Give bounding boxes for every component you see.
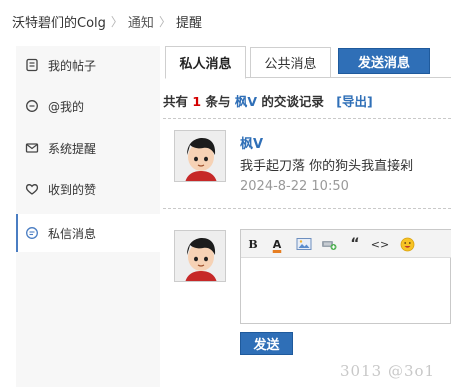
font-color-button[interactable]: A (269, 236, 285, 252)
sidebar-item-likes[interactable]: 收到的赞 (16, 170, 160, 208)
quote-button[interactable]: “ (347, 236, 363, 252)
message-count: 1 (192, 94, 202, 109)
breadcrumb-item-home[interactable]: 沃特碧们的Colg (12, 12, 106, 31)
breadcrumb: 沃特碧们的Colg 〉 通知 〉 提醒 (12, 11, 202, 31)
sidebar-item-mentions[interactable]: @我的 (16, 87, 160, 125)
sidebar-item-label: 我的帖子 (48, 58, 97, 73)
sidebar-item-label: 收到的赞 (48, 182, 97, 197)
code-button[interactable]: <> (371, 236, 389, 252)
breadcrumb-item-remind[interactable]: 提醒 (176, 12, 202, 31)
message-author[interactable]: 枫V (240, 133, 263, 152)
attach-icon[interactable] (321, 236, 337, 252)
image-icon[interactable] (296, 236, 312, 252)
summary-middle: 条与 (205, 94, 231, 109)
conversation-summary: 共有 1 条与 枫V 的交谈记录 [导出] (163, 91, 373, 110)
summary-suffix: 的交谈记录 (261, 94, 324, 109)
avatar[interactable] (174, 130, 226, 182)
sidebar-item-label: 系统提醒 (48, 141, 97, 156)
doc-icon (24, 57, 40, 73)
divider (163, 118, 451, 119)
breadcrumb-separator: 〉 (110, 14, 123, 29)
chat-bubble-icon (24, 98, 40, 114)
summary-user-link[interactable]: 枫V (235, 94, 257, 109)
watermark: 3013 @3o1 (340, 362, 436, 380)
sidebar-item-label: 私信消息 (48, 226, 97, 241)
mail-icon (24, 140, 40, 156)
tab-public-messages[interactable]: 公共消息 (250, 47, 331, 78)
breadcrumb-separator: 〉 (158, 14, 171, 29)
send-button[interactable]: 发送 (240, 332, 293, 355)
editor-toolbar: B A “ <> (241, 230, 451, 258)
message-timestamp: 2024-8-22 10:50 (240, 179, 349, 194)
heart-icon (24, 181, 40, 197)
reply-editor: B A “ <> (240, 229, 451, 324)
sidebar-item-label: @我的 (48, 99, 85, 114)
sidebar-item-my-posts[interactable]: 我的帖子 (16, 46, 160, 84)
sidebar-item-system[interactable]: 系统提醒 (16, 129, 160, 167)
send-message-button[interactable]: 发送消息 (338, 48, 430, 74)
tab-private-messages[interactable]: 私人消息 (165, 46, 246, 79)
reply-textarea[interactable] (241, 259, 450, 323)
message-text: 我手起刀落 你的狗头我直接剁 (240, 159, 414, 174)
avatar (174, 230, 226, 282)
bold-button[interactable]: B (245, 236, 261, 252)
breadcrumb-item-notify[interactable]: 通知 (128, 12, 154, 31)
export-link[interactable]: [导出] (336, 94, 372, 109)
smiley-icon[interactable] (399, 236, 415, 252)
sidebar-item-private-messages[interactable]: 私信消息 (16, 214, 160, 252)
summary-prefix: 共有 (163, 94, 189, 109)
message-icon (24, 225, 40, 241)
message-tabs: 私人消息 公共消息 发送消息 (165, 46, 451, 79)
divider (163, 208, 451, 209)
sidebar: 我的帖子 @我的 系统提醒 收到的赞 私信消息 (16, 46, 160, 387)
